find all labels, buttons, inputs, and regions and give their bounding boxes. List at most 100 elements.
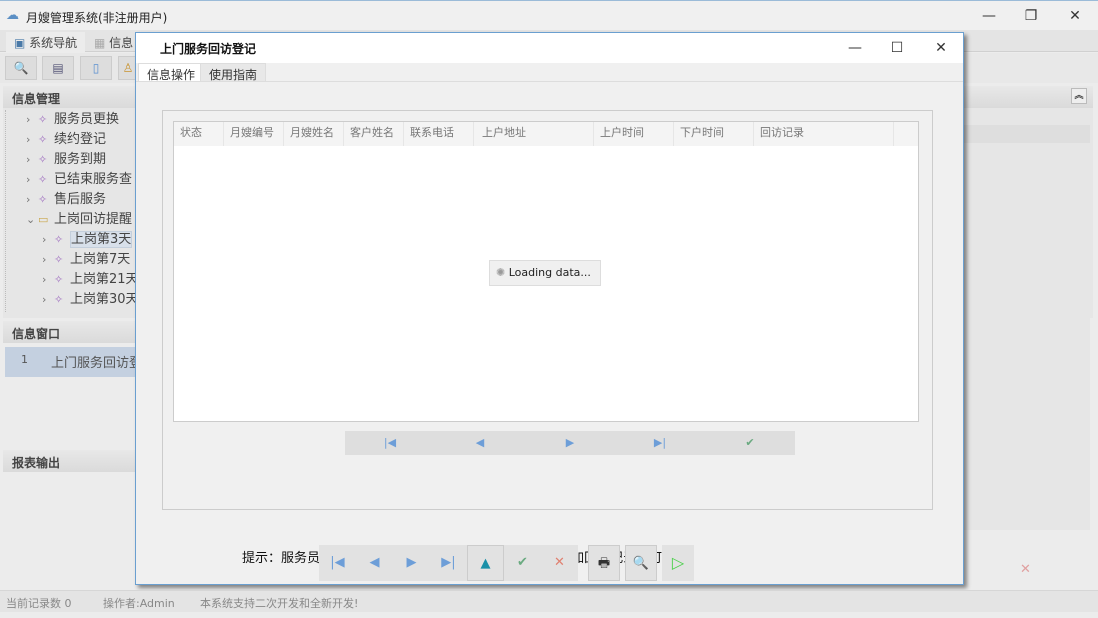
folder-icon: ▭ — [38, 210, 54, 230]
col-customer-name[interactable]: 客户姓名 — [344, 122, 404, 146]
first-page-icon[interactable]: |◀ — [345, 431, 435, 455]
last-page-icon[interactable]: ▶| — [615, 431, 705, 455]
tools-icon: ✧ — [38, 150, 54, 170]
collapse-icon[interactable]: ︽ — [1071, 88, 1087, 104]
last-record-button[interactable]: ▶| — [430, 545, 467, 581]
tree-item[interactable]: ›✧上岗第30天 — [6, 290, 135, 310]
tree-item[interactable]: ›✧服务到期 — [6, 150, 135, 170]
tools-icon: ✧ — [54, 270, 70, 290]
restore-button[interactable]: ❐ — [1008, 1, 1054, 31]
tree-label: 上岗第21天 — [70, 272, 139, 287]
loading-text: Loading data... — [509, 266, 591, 279]
preview-button[interactable]: 🔍 — [625, 545, 657, 581]
tools-icon: ✧ — [38, 110, 54, 130]
info-mgmt-title: 信息管理 — [12, 92, 60, 106]
tab-info-ops[interactable]: 信息操作 — [138, 63, 204, 82]
col-status[interactable]: 状态 — [174, 122, 224, 146]
print-button[interactable]: 🖶 — [588, 545, 620, 581]
loading-indicator: ✺ Loading data... — [489, 260, 601, 286]
tree-label: 上岗回访提醒 — [54, 212, 132, 227]
dialog-close-button[interactable]: ✕ — [918, 33, 964, 63]
operator: 操作者:Admin — [103, 595, 175, 611]
run-button[interactable]: ▷ — [662, 545, 694, 581]
grid-pager: |◀ ◀ ▶ ▶| ✔ — [345, 431, 795, 455]
dialog-title-bar: 上门服务回访登记 — ☐ ✕ — [136, 33, 963, 63]
tree-label: 服务员更换 — [54, 112, 119, 127]
data-grid: 状态 月嫂编号 月嫂姓名 客户姓名 联系电话 上户地址 上户时间 下户时间 回访… — [173, 121, 919, 422]
grid-header: 状态 月嫂编号 月嫂姓名 客户姓名 联系电话 上户地址 上户时间 下户时间 回访… — [174, 122, 918, 146]
tab-info[interactable]: ▦ 信息 — [86, 32, 141, 52]
tree-label: 服务到期 — [54, 152, 106, 167]
chevron-right-icon: › — [42, 250, 54, 270]
close-x-icon[interactable]: ✕ — [1020, 562, 1031, 577]
app-logo-icon: ☁ — [6, 8, 19, 23]
tools-icon: ✧ — [38, 130, 54, 150]
tab-guide[interactable]: 使用指南 — [200, 63, 266, 82]
cancel-record-button[interactable]: ✕ — [541, 545, 578, 581]
tree-item[interactable]: ›✧续约登记 — [6, 130, 135, 150]
prev-record-button[interactable]: ◀ — [356, 545, 393, 581]
add-record-button[interactable]: ▲ — [467, 545, 504, 581]
chevron-down-icon: ⌄ — [26, 210, 38, 230]
save-record-button[interactable]: ✔ — [504, 545, 541, 581]
tree-label: 上岗第30天 — [70, 292, 139, 307]
tree-label: 已结束服务查 — [54, 172, 132, 187]
chevron-right-icon: › — [42, 230, 54, 250]
col-nanny-id[interactable]: 月嫂编号 — [224, 122, 284, 146]
tab-system-nav[interactable]: ▣ 系统导航 — [6, 32, 85, 52]
search-button[interactable]: 🔍 — [5, 56, 37, 80]
tools-icon: ✧ — [54, 230, 70, 250]
tree-label: 上岗第7天 — [70, 252, 130, 267]
main-title-bar: ☁ 月嫂管理系统(非注册用户) — ❐ ✕ — [0, 0, 1098, 30]
col-nanny-name[interactable]: 月嫂姓名 — [284, 122, 344, 146]
tools-icon: ✧ — [54, 290, 70, 310]
col-visit-record[interactable]: 回访记录 — [754, 122, 894, 146]
row-index: 1 — [21, 353, 28, 366]
report-header: 报表输出 — [3, 450, 143, 472]
confirm-icon[interactable]: ✔ — [705, 431, 795, 455]
spinner-icon: ✺ — [496, 266, 509, 279]
tree-item[interactable]: ›✧上岗第3天 — [6, 230, 135, 250]
close-button[interactable]: ✕ — [1052, 1, 1098, 31]
prev-page-icon[interactable]: ◀ — [435, 431, 525, 455]
report-title: 报表输出 — [12, 456, 60, 470]
chevron-right-icon: › — [26, 110, 38, 130]
next-page-icon[interactable]: ▶ — [525, 431, 615, 455]
tree-item[interactable]: ›✧已结束服务查 — [6, 170, 135, 190]
visit-dialog: 上门服务回访登记 — ☐ ✕ 信息操作 使用指南 状态 月嫂编号 月嫂姓名 客户… — [135, 32, 964, 585]
chevron-right-icon: › — [42, 270, 54, 290]
col-start-time[interactable]: 上户时间 — [594, 122, 674, 146]
chevron-right-icon: › — [26, 190, 38, 210]
dialog-maximize-button[interactable]: ☐ — [874, 33, 920, 63]
col-phone[interactable]: 联系电话 — [404, 122, 474, 146]
status-bar: 当前记录数 0 操作者:Admin 本系统支持二次开发和全新开发! — [0, 590, 1098, 612]
chevron-right-icon: › — [26, 150, 38, 170]
first-record-button[interactable]: |◀ — [319, 545, 356, 581]
nav-tree: ›✧服务员更换 ›✧续约登记 ›✧服务到期 ›✧已结束服务查 ›✧售后服务 ⌄▭… — [5, 110, 135, 312]
list-button[interactable]: ▤ — [42, 56, 74, 80]
tree-folder[interactable]: ⌄▭上岗回访提醒 — [6, 210, 135, 230]
minimize-button[interactable]: — — [966, 1, 1012, 31]
col-end-time[interactable]: 下户时间 — [674, 122, 754, 146]
col-address[interactable]: 上户地址 — [474, 122, 594, 146]
window-list-item[interactable]: 1 上门服务回访登记 — [5, 347, 140, 377]
dialog-title: 上门服务回访登记 — [160, 40, 256, 57]
tree-item[interactable]: ›✧上岗第7天 — [6, 250, 135, 270]
document-button[interactable]: ▯ — [80, 56, 112, 80]
tab-label: 系统导航 — [29, 36, 77, 50]
info-window-title: 信息窗口 — [12, 327, 60, 341]
notice: 本系统支持二次开发和全新开发! — [200, 595, 358, 611]
next-record-button[interactable]: ▶ — [393, 545, 430, 581]
tree-item[interactable]: ›✧售后服务 — [6, 190, 135, 210]
tools-icon: ✧ — [38, 190, 54, 210]
info-window-header: 信息窗口 — [3, 321, 143, 343]
record-count: 当前记录数 0 — [6, 595, 72, 611]
monitor-icon: ▣ — [14, 36, 29, 50]
dialog-minimize-button[interactable]: — — [832, 33, 878, 63]
tools-icon: ✧ — [38, 170, 54, 190]
chevron-right-icon: › — [26, 130, 38, 150]
tree-item[interactable]: ›✧服务员更换 — [6, 110, 135, 130]
tree-item[interactable]: ›✧上岗第21天 — [6, 270, 135, 290]
chevron-right-icon: › — [42, 290, 54, 310]
tree-label: 售后服务 — [54, 192, 106, 207]
